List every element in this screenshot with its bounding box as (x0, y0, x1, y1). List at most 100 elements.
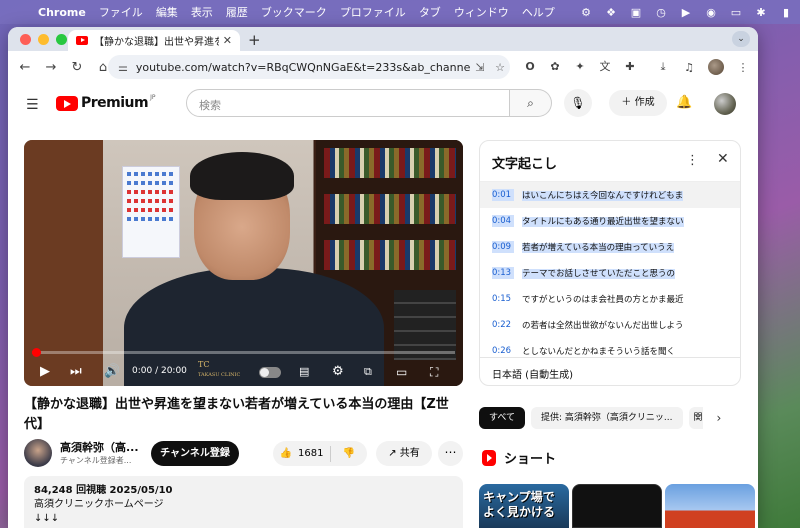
minimize-window-button[interactable] (38, 34, 49, 45)
media-icon[interactable]: ▶ (680, 6, 692, 19)
play-icon[interactable]: ▶ (40, 364, 50, 380)
back-icon[interactable]: ← (12, 60, 38, 75)
chevron-right-icon[interactable]: › (717, 407, 722, 429)
channel-name[interactable]: 高須幹弥（高... (60, 439, 140, 455)
dropbox-icon[interactable]: ❖ (605, 6, 617, 19)
forward-icon[interactable]: → (38, 60, 64, 75)
short-thumbnail[interactable] (572, 484, 662, 528)
create-button[interactable]: ＋ 作成 (609, 90, 667, 116)
transcript-segment[interactable]: 0:22 の若者は全然出世欲がないんだ出世しよう (480, 312, 740, 338)
theater-mode-icon[interactable]: ▭ (396, 364, 407, 380)
account-avatar[interactable] (714, 93, 736, 115)
channel-avatar[interactable] (24, 439, 52, 467)
guide-menu-icon[interactable]: ☰ (26, 97, 39, 113)
volume-icon[interactable]: 🔊 (104, 364, 120, 380)
transcript-title: 文字起こし (492, 157, 558, 172)
voice-search-button[interactable]: 🎙 (564, 89, 592, 117)
short-thumbnail[interactable] (665, 484, 755, 528)
chrome-menu-icon[interactable]: ⋮ (736, 61, 750, 74)
next-video-icon[interactable]: ⏭ (70, 364, 82, 380)
video-player[interactable]: TC TAKASU CLINIC ▶ ⏭ 🔊 0:00 / 20:00 ▤ ⚙ … (24, 140, 463, 386)
download-icon[interactable]: ⤓ (656, 60, 670, 74)
menu-file[interactable]: ファイル (99, 4, 143, 20)
chip-all[interactable]: すべて (479, 407, 526, 429)
translate-extension-icon[interactable]: 文 (598, 60, 612, 74)
opera-extension-icon[interactable]: O (523, 60, 537, 74)
reload-icon[interactable]: ↻ (64, 60, 90, 75)
share-icon: ↗ (388, 448, 397, 459)
segment-timestamp: 0:22 (492, 320, 512, 330)
puzzle-extensions-icon[interactable]: ✚ (623, 60, 637, 74)
profile-avatar[interactable] (708, 59, 724, 75)
transcript-segment[interactable]: 0:13 テーマでお話しさせていただこと思うの (480, 260, 740, 286)
url-text[interactable]: youtube.com/watch?v=RBqCWQnNGaE&t=233s&a… (136, 59, 470, 75)
tab-close-icon[interactable]: ✕ (223, 34, 232, 47)
close-window-button[interactable] (20, 34, 31, 45)
media-controls-icon[interactable]: ♫ (682, 61, 696, 74)
menu-help[interactable]: ヘルプ (522, 4, 555, 20)
books-row (324, 148, 456, 178)
install-icon[interactable]: ⇲ (470, 61, 490, 74)
transcript-list[interactable]: 0:01 はいこんにちはえ今回なんですけれどもま 0:04 タイトルにもある通り… (480, 181, 740, 357)
dislike-button[interactable]: 👎 (331, 448, 367, 459)
progress-bar[interactable] (32, 348, 455, 357)
menu-tab[interactable]: タブ (419, 4, 441, 20)
search-button[interactable]: ⌕ (510, 89, 552, 117)
settings-gear-icon[interactable]: ⚙ (332, 364, 344, 380)
new-tab-icon[interactable]: + (248, 31, 261, 49)
chip-related[interactable]: 関 (688, 407, 703, 429)
transcript-segment[interactable]: 0:15 ですがというのはま会社員の方とかま最近 (480, 286, 740, 312)
menu-window[interactable]: ウィンドウ (454, 4, 509, 20)
transcript-language-selector[interactable]: 日本語 (自動生成) (480, 357, 740, 385)
autoplay-toggle[interactable] (259, 367, 281, 378)
grid-extension-icon[interactable]: ✿ (548, 60, 562, 74)
menu-app-chrome[interactable]: Chrome (38, 6, 86, 19)
thumbs-up-icon: 👍 (279, 448, 292, 459)
extension-icon[interactable]: ✦ (573, 60, 587, 74)
settings-icon[interactable]: ⚙ (580, 6, 592, 19)
more-actions-icon[interactable]: ⋯ (438, 441, 463, 466)
youtube-premium-logo[interactable]: Premium JP (56, 94, 156, 111)
menu-profiles[interactable]: プロファイル (340, 4, 406, 20)
site-info-icon[interactable]: ⚌ (118, 61, 128, 74)
box-icon[interactable]: ▣ (630, 6, 642, 19)
notifications-bell-icon[interactable]: 🔔 (676, 95, 692, 110)
transcript-segment[interactable]: 0:01 はいこんにちはえ今回なんですけれどもま (480, 182, 740, 208)
address-bar[interactable]: ⚌ youtube.com/watch?v=RBqCWQnNGaE&t=233s… (108, 55, 510, 79)
zoom-window-button[interactable] (56, 34, 67, 45)
fullscreen-icon[interactable]: ⛶ (430, 364, 438, 380)
tab-search-icon[interactable]: ⌄ (732, 31, 750, 47)
transcript-menu-icon[interactable]: ⋮ (686, 153, 699, 168)
short-thumbnail-text: キャンプ場で よく見かける (483, 490, 556, 519)
subtitles-icon[interactable]: ▤ (299, 364, 309, 380)
close-icon[interactable]: ✕ (717, 151, 729, 167)
subscribe-button[interactable]: チャンネル登録 (151, 441, 239, 466)
clock-icon[interactable]: ◷ (655, 6, 667, 19)
menu-edit[interactable]: 編集 (156, 4, 178, 20)
tab-youtube[interactable]: 【静かな退職】出世や昇進を望ま ✕ (68, 30, 240, 51)
youtube-masthead: ☰ Premium JP 検索 ⌕ 🎙 ＋ 作成 🔔 (8, 83, 758, 127)
status-icons: ⚙ ❖ ▣ ◷ ▶ ◉ ▭ ✱ ▮ (580, 0, 792, 24)
display-icon[interactable]: ▭ (730, 6, 742, 19)
description-line: ↓↓↓ (34, 513, 60, 524)
transcript-segment[interactable]: 0:04 タイトルにもある通り最近出世を望まない (480, 208, 740, 234)
menu-history[interactable]: 履歴 (226, 4, 248, 20)
create-label: 作成 (634, 97, 655, 108)
short-thumbnail[interactable]: キャンプ場で よく見かける (479, 484, 569, 528)
record-icon[interactable]: ◉ (705, 6, 717, 19)
transcript-segment[interactable]: 0:26 としないんだとかねまそういう話を聞く (480, 338, 740, 357)
battery-icon[interactable]: ▮ (780, 6, 792, 19)
miniplayer-icon[interactable]: ⧉ (364, 364, 372, 380)
search-input[interactable]: 検索 (186, 89, 510, 117)
bookmark-star-icon[interactable]: ☆ (490, 61, 510, 74)
menu-bookmarks[interactable]: ブックマーク (261, 4, 327, 20)
time-display: 0:00 / 20:00 (132, 366, 187, 376)
share-button[interactable]: ↗ 共有 (376, 441, 432, 466)
bluetooth-icon[interactable]: ✱ (755, 6, 767, 19)
like-button[interactable]: 👍 1681 (273, 445, 331, 462)
segment-timestamp: 0:09 (492, 241, 514, 253)
menu-view[interactable]: 表示 (191, 4, 213, 20)
description-box[interactable]: 84,248 回視聴 2025/05/10 高須クリニックホームページ ↓↓↓ (24, 476, 463, 528)
transcript-segment[interactable]: 0:09 若者が増えている本当の理由っていうえ (480, 234, 740, 260)
chip-channel[interactable]: 提供: 高須幹弥（高須クリニッ... (531, 407, 683, 429)
